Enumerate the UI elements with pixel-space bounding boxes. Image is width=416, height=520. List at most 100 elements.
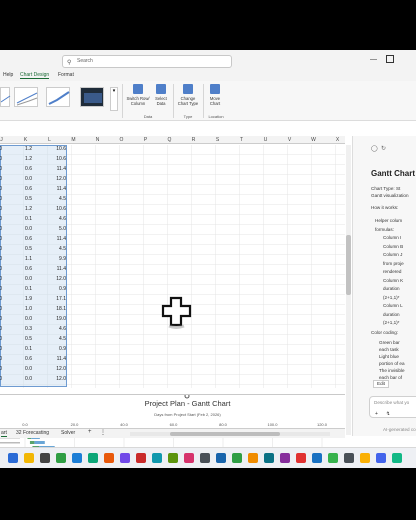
cell-value[interactable]: 11.4 xyxy=(50,166,66,172)
taskbar-app-icon[interactable] xyxy=(376,453,386,463)
cell-value[interactable]: 0 xyxy=(0,206,2,212)
chart-style-thumb[interactable] xyxy=(14,87,38,107)
cell-value[interactable]: 9.9 xyxy=(50,256,66,262)
cell-value[interactable]: 4.6 xyxy=(50,326,66,332)
cell-value[interactable]: 0 xyxy=(0,176,2,182)
cell-value[interactable]: 11.4 xyxy=(50,266,66,272)
chart-resize-handle[interactable] xyxy=(184,395,190,399)
column-header[interactable]: Q xyxy=(158,137,181,143)
vertical-scroll-thumb[interactable] xyxy=(346,235,351,295)
cell-value[interactable]: 0.0 xyxy=(16,316,32,322)
column-header[interactable]: P xyxy=(134,137,157,143)
taskbar-app-icon[interactable] xyxy=(104,453,114,463)
taskbar-app-icon[interactable] xyxy=(200,453,210,463)
cell-value[interactable]: 0 xyxy=(0,336,2,342)
cell-value[interactable]: 0.0 xyxy=(16,276,32,282)
cell-value[interactable]: 0.5 xyxy=(16,336,32,342)
cell-value[interactable]: 18.1 xyxy=(50,306,66,312)
tools-icon[interactable]: ↯ xyxy=(386,411,390,417)
cell-value[interactable]: 0.5 xyxy=(16,196,32,202)
sheet-tab-active[interactable]: art xyxy=(1,430,7,437)
cell-value[interactable]: 0 xyxy=(0,286,2,292)
cell-value[interactable]: 0 xyxy=(0,256,2,262)
cell-value[interactable]: 0.0 xyxy=(16,376,32,382)
cell-value[interactable]: 12.0 xyxy=(50,376,66,382)
cell-value[interactable]: 4.5 xyxy=(50,336,66,342)
cell-value[interactable]: 0.6 xyxy=(16,266,32,272)
tab-format[interactable]: Format xyxy=(58,72,74,78)
cell-value[interactable]: 0.1 xyxy=(16,216,32,222)
cell-value[interactable]: 0 xyxy=(0,316,2,322)
tab-chart-design[interactable]: Chart Design xyxy=(20,72,50,79)
cell-value[interactable]: 12.0 xyxy=(50,176,66,182)
column-header[interactable]: O xyxy=(110,137,133,143)
column-header[interactable]: L xyxy=(38,137,61,143)
cell-value[interactable]: 0 xyxy=(0,246,2,252)
taskbar-app-icon[interactable] xyxy=(184,453,194,463)
taskbar-app-icon[interactable] xyxy=(136,453,146,463)
cell-value[interactable]: 0 xyxy=(0,366,2,372)
cell-value[interactable]: 0 xyxy=(0,356,2,362)
add-sheet-icon[interactable]: + xyxy=(88,429,92,435)
sheet-list-icon[interactable]: ⋮ xyxy=(100,429,106,436)
pane-header-icon[interactable]: ◯ xyxy=(371,146,378,152)
taskbar-app-icon[interactable] xyxy=(88,453,98,463)
taskbar-app-icon[interactable] xyxy=(8,453,18,463)
column-header[interactable]: K xyxy=(14,137,37,143)
cell-value[interactable]: 1.0 xyxy=(16,306,32,312)
horizontal-scrollbar[interactable] xyxy=(130,432,330,436)
cell-value[interactable]: 4.6 xyxy=(50,216,66,222)
chart-style-thumb[interactable] xyxy=(46,87,70,107)
cell-value[interactable]: 0 xyxy=(0,296,2,302)
tab-help[interactable]: Help xyxy=(3,72,13,78)
cell-value[interactable]: 0.9 xyxy=(50,286,66,292)
taskbar-app-icon[interactable] xyxy=(216,453,226,463)
taskbar-app-icon[interactable] xyxy=(296,453,306,463)
taskbar-app-icon[interactable] xyxy=(56,453,66,463)
cell-value[interactable]: 0.6 xyxy=(16,356,32,362)
maximize-icon[interactable] xyxy=(386,55,394,63)
taskbar-app-icon[interactable] xyxy=(248,453,258,463)
cell-value[interactable]: 0.5 xyxy=(16,246,32,252)
move-chart-button[interactable]: Move Chart xyxy=(206,84,224,106)
cell-value[interactable]: 0.6 xyxy=(16,236,32,242)
taskbar-app-icon[interactable] xyxy=(392,453,402,463)
cell-value[interactable]: 0.9 xyxy=(50,346,66,352)
minimize-icon[interactable]: — xyxy=(370,56,377,63)
attach-icon[interactable]: + xyxy=(375,411,378,417)
cell-value[interactable]: 0 xyxy=(0,196,2,202)
cell-value[interactable]: 12.0 xyxy=(50,276,66,282)
styles-more-button[interactable]: ▾ xyxy=(110,87,118,111)
taskbar-app-icon[interactable] xyxy=(360,453,370,463)
column-header[interactable]: M xyxy=(62,137,85,143)
taskbar-app-icon[interactable] xyxy=(72,453,82,463)
taskbar-app-icon[interactable] xyxy=(120,453,130,463)
cell-value[interactable]: 10.6 xyxy=(50,156,66,162)
cell-value[interactable]: 0.0 xyxy=(16,176,32,182)
taskbar-app-icon[interactable] xyxy=(24,453,34,463)
cell-value[interactable]: 0.6 xyxy=(16,186,32,192)
vertical-scrollbar[interactable] xyxy=(346,145,351,435)
sheet-tab-solver[interactable]: Solver xyxy=(61,430,75,436)
cell-value[interactable]: 0 xyxy=(0,376,2,382)
cell-value[interactable]: 4.5 xyxy=(50,246,66,252)
cell-value[interactable]: 0 xyxy=(0,306,2,312)
taskbar-app-icon[interactable] xyxy=(264,453,274,463)
cell-value[interactable]: 10.6 xyxy=(50,206,66,212)
cell-value[interactable]: 0 xyxy=(0,186,2,192)
cell-value[interactable]: 11.4 xyxy=(50,186,66,192)
cell-value[interactable]: 0 xyxy=(0,236,2,242)
cell-value[interactable]: 0.0 xyxy=(16,226,32,232)
cell-value[interactable]: 0.0 xyxy=(16,366,32,372)
column-header[interactable]: S xyxy=(206,137,229,143)
chart-style-thumb[interactable] xyxy=(0,87,11,107)
column-header[interactable]: R xyxy=(182,137,205,143)
taskbar-app-icon[interactable] xyxy=(40,453,50,463)
taskbar-app-icon[interactable] xyxy=(280,453,290,463)
column-header[interactable]: X xyxy=(326,137,349,143)
cell-value[interactable]: 0 xyxy=(0,146,2,152)
cell-value[interactable]: 0 xyxy=(0,276,2,282)
change-chart-type-button[interactable]: Change Chart Type xyxy=(176,84,200,106)
sheet-tab-forecasting[interactable]: 32 Forecasting xyxy=(16,430,49,436)
pane-history-icon[interactable]: ↻ xyxy=(381,146,386,152)
